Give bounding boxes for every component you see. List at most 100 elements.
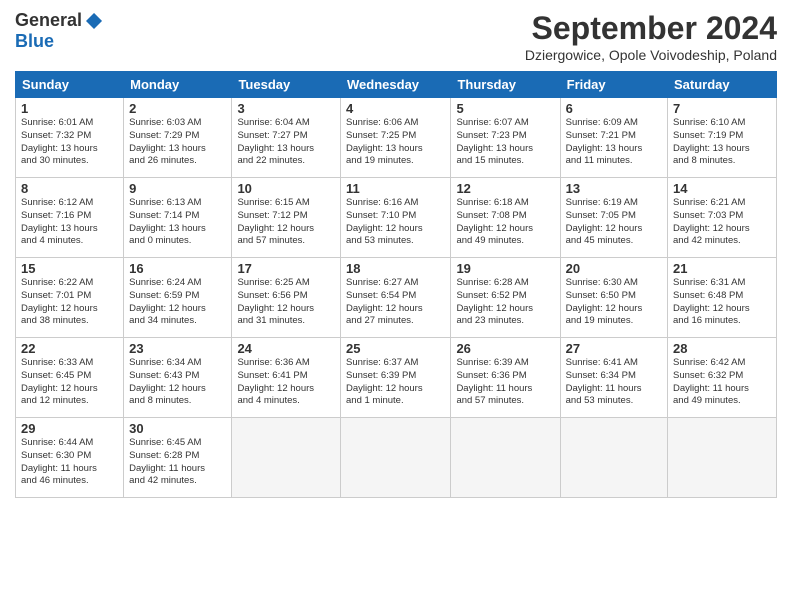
table-row: 25Sunrise: 6:37 AM Sunset: 6:39 PM Dayli…: [341, 338, 451, 418]
day-info: Sunrise: 6:03 AM Sunset: 7:29 PM Dayligh…: [129, 117, 226, 168]
day-number: 1: [21, 101, 118, 116]
day-number: 7: [673, 101, 771, 116]
logo-general-text: General: [15, 10, 82, 31]
col-thursday: Thursday: [451, 72, 560, 98]
table-row: [451, 418, 560, 498]
logo-icon: [84, 11, 104, 31]
day-number: 8: [21, 181, 118, 196]
day-info: Sunrise: 6:36 AM Sunset: 6:41 PM Dayligh…: [237, 357, 335, 408]
day-number: 27: [566, 341, 662, 356]
page-container: General Blue September 2024 Dziergowice,…: [0, 0, 792, 508]
day-info: Sunrise: 6:41 AM Sunset: 6:34 PM Dayligh…: [566, 357, 662, 408]
day-info: Sunrise: 6:21 AM Sunset: 7:03 PM Dayligh…: [673, 197, 771, 248]
day-info: Sunrise: 6:22 AM Sunset: 7:01 PM Dayligh…: [21, 277, 118, 328]
day-info: Sunrise: 6:39 AM Sunset: 6:36 PM Dayligh…: [456, 357, 554, 408]
calendar-week-row: 8Sunrise: 6:12 AM Sunset: 7:16 PM Daylig…: [16, 178, 777, 258]
table-row: 16Sunrise: 6:24 AM Sunset: 6:59 PM Dayli…: [124, 258, 232, 338]
day-number: 9: [129, 181, 226, 196]
day-number: 2: [129, 101, 226, 116]
day-info: Sunrise: 6:25 AM Sunset: 6:56 PM Dayligh…: [237, 277, 335, 328]
day-number: 23: [129, 341, 226, 356]
day-number: 11: [346, 181, 445, 196]
table-row: 1Sunrise: 6:01 AM Sunset: 7:32 PM Daylig…: [16, 98, 124, 178]
table-row: 28Sunrise: 6:42 AM Sunset: 6:32 PM Dayli…: [668, 338, 777, 418]
day-info: Sunrise: 6:42 AM Sunset: 6:32 PM Dayligh…: [673, 357, 771, 408]
header: General Blue September 2024 Dziergowice,…: [15, 10, 777, 63]
table-row: 7Sunrise: 6:10 AM Sunset: 7:19 PM Daylig…: [668, 98, 777, 178]
col-friday: Friday: [560, 72, 667, 98]
calendar-week-row: 29Sunrise: 6:44 AM Sunset: 6:30 PM Dayli…: [16, 418, 777, 498]
day-number: 13: [566, 181, 662, 196]
day-info: Sunrise: 6:10 AM Sunset: 7:19 PM Dayligh…: [673, 117, 771, 168]
table-row: 12Sunrise: 6:18 AM Sunset: 7:08 PM Dayli…: [451, 178, 560, 258]
day-number: 24: [237, 341, 335, 356]
day-info: Sunrise: 6:09 AM Sunset: 7:21 PM Dayligh…: [566, 117, 662, 168]
table-row: 26Sunrise: 6:39 AM Sunset: 6:36 PM Dayli…: [451, 338, 560, 418]
day-number: 19: [456, 261, 554, 276]
day-info: Sunrise: 6:33 AM Sunset: 6:45 PM Dayligh…: [21, 357, 118, 408]
table-row: 24Sunrise: 6:36 AM Sunset: 6:41 PM Dayli…: [232, 338, 341, 418]
day-info: Sunrise: 6:13 AM Sunset: 7:14 PM Dayligh…: [129, 197, 226, 248]
day-info: Sunrise: 6:01 AM Sunset: 7:32 PM Dayligh…: [21, 117, 118, 168]
day-info: Sunrise: 6:07 AM Sunset: 7:23 PM Dayligh…: [456, 117, 554, 168]
day-info: Sunrise: 6:12 AM Sunset: 7:16 PM Dayligh…: [21, 197, 118, 248]
day-number: 30: [129, 421, 226, 436]
day-number: 14: [673, 181, 771, 196]
day-info: Sunrise: 6:45 AM Sunset: 6:28 PM Dayligh…: [129, 437, 226, 488]
table-row: 22Sunrise: 6:33 AM Sunset: 6:45 PM Dayli…: [16, 338, 124, 418]
table-row: 5Sunrise: 6:07 AM Sunset: 7:23 PM Daylig…: [451, 98, 560, 178]
day-number: 26: [456, 341, 554, 356]
table-row: 2Sunrise: 6:03 AM Sunset: 7:29 PM Daylig…: [124, 98, 232, 178]
table-row: 29Sunrise: 6:44 AM Sunset: 6:30 PM Dayli…: [16, 418, 124, 498]
table-row: 18Sunrise: 6:27 AM Sunset: 6:54 PM Dayli…: [341, 258, 451, 338]
logo-blue-text: Blue: [15, 31, 54, 52]
calendar-week-row: 15Sunrise: 6:22 AM Sunset: 7:01 PM Dayli…: [16, 258, 777, 338]
day-number: 10: [237, 181, 335, 196]
day-number: 3: [237, 101, 335, 116]
table-row: 9Sunrise: 6:13 AM Sunset: 7:14 PM Daylig…: [124, 178, 232, 258]
day-info: Sunrise: 6:18 AM Sunset: 7:08 PM Dayligh…: [456, 197, 554, 248]
table-row: 6Sunrise: 6:09 AM Sunset: 7:21 PM Daylig…: [560, 98, 667, 178]
table-row: 17Sunrise: 6:25 AM Sunset: 6:56 PM Dayli…: [232, 258, 341, 338]
col-wednesday: Wednesday: [341, 72, 451, 98]
table-row: 8Sunrise: 6:12 AM Sunset: 7:16 PM Daylig…: [16, 178, 124, 258]
day-info: Sunrise: 6:28 AM Sunset: 6:52 PM Dayligh…: [456, 277, 554, 328]
table-row: 4Sunrise: 6:06 AM Sunset: 7:25 PM Daylig…: [341, 98, 451, 178]
table-row: 30Sunrise: 6:45 AM Sunset: 6:28 PM Dayli…: [124, 418, 232, 498]
day-number: 12: [456, 181, 554, 196]
day-info: Sunrise: 6:27 AM Sunset: 6:54 PM Dayligh…: [346, 277, 445, 328]
table-row: 10Sunrise: 6:15 AM Sunset: 7:12 PM Dayli…: [232, 178, 341, 258]
day-info: Sunrise: 6:44 AM Sunset: 6:30 PM Dayligh…: [21, 437, 118, 488]
calendar-header-row: Sunday Monday Tuesday Wednesday Thursday…: [16, 72, 777, 98]
col-saturday: Saturday: [668, 72, 777, 98]
table-row: 27Sunrise: 6:41 AM Sunset: 6:34 PM Dayli…: [560, 338, 667, 418]
day-info: Sunrise: 6:06 AM Sunset: 7:25 PM Dayligh…: [346, 117, 445, 168]
day-number: 16: [129, 261, 226, 276]
col-sunday: Sunday: [16, 72, 124, 98]
day-number: 15: [21, 261, 118, 276]
day-number: 22: [21, 341, 118, 356]
day-info: Sunrise: 6:31 AM Sunset: 6:48 PM Dayligh…: [673, 277, 771, 328]
day-number: 18: [346, 261, 445, 276]
day-number: 5: [456, 101, 554, 116]
day-number: 29: [21, 421, 118, 436]
table-row: [232, 418, 341, 498]
table-row: 19Sunrise: 6:28 AM Sunset: 6:52 PM Dayli…: [451, 258, 560, 338]
day-info: Sunrise: 6:16 AM Sunset: 7:10 PM Dayligh…: [346, 197, 445, 248]
table-row: 21Sunrise: 6:31 AM Sunset: 6:48 PM Dayli…: [668, 258, 777, 338]
table-row: 14Sunrise: 6:21 AM Sunset: 7:03 PM Dayli…: [668, 178, 777, 258]
day-info: Sunrise: 6:04 AM Sunset: 7:27 PM Dayligh…: [237, 117, 335, 168]
calendar-body: 1Sunrise: 6:01 AM Sunset: 7:32 PM Daylig…: [16, 98, 777, 498]
day-info: Sunrise: 6:37 AM Sunset: 6:39 PM Dayligh…: [346, 357, 445, 408]
table-row: 11Sunrise: 6:16 AM Sunset: 7:10 PM Dayli…: [341, 178, 451, 258]
col-monday: Monday: [124, 72, 232, 98]
table-row: [668, 418, 777, 498]
calendar-week-row: 22Sunrise: 6:33 AM Sunset: 6:45 PM Dayli…: [16, 338, 777, 418]
day-number: 28: [673, 341, 771, 356]
day-number: 25: [346, 341, 445, 356]
table-row: 23Sunrise: 6:34 AM Sunset: 6:43 PM Dayli…: [124, 338, 232, 418]
title-block: September 2024 Dziergowice, Opole Voivod…: [525, 10, 777, 63]
table-row: 13Sunrise: 6:19 AM Sunset: 7:05 PM Dayli…: [560, 178, 667, 258]
day-number: 6: [566, 101, 662, 116]
day-number: 21: [673, 261, 771, 276]
